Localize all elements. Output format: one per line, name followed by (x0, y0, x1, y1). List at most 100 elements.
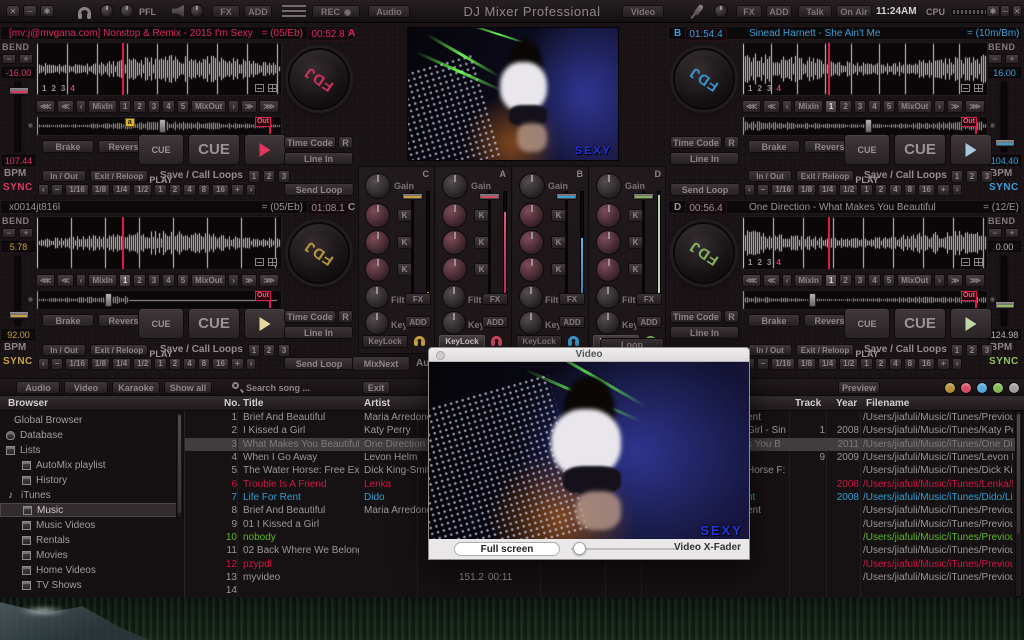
deck-b-timecode-button[interactable]: Time Code (670, 136, 722, 149)
deck-c-loop-size-1/16[interactable]: 1/16 (65, 358, 89, 370)
deck-b-overview-waveform[interactable]: Out (742, 116, 988, 136)
deck-c-nav-5[interactable]: 5 (177, 274, 189, 287)
deck-c-nav-⋘[interactable]: ⋘ (36, 274, 55, 287)
deck-a-line-in-button[interactable]: Line In (284, 152, 353, 165)
deck-b-loop-size-−[interactable]: − (757, 184, 770, 196)
deck-a-nav-≫[interactable]: ≫ (241, 100, 257, 113)
column-title[interactable]: Title (243, 397, 263, 410)
deck-d-overview-waveform[interactable]: Out (742, 290, 988, 310)
eq-mid-knob[interactable] (519, 230, 544, 255)
deck-a-beat-marker-3[interactable]: 3 (61, 83, 65, 94)
deck-b-loop-size-1/4[interactable]: 1/4 (818, 184, 837, 196)
deck-a-out-marker[interactable]: Out (269, 117, 271, 135)
deck-a-loop-size-1/2[interactable]: 1/2 (133, 184, 152, 196)
deck-d-line-in-button[interactable]: Line In (670, 326, 739, 339)
deck-a-loop-size-1[interactable]: 1 (154, 184, 166, 196)
table-row[interactable]: 14 (185, 584, 1016, 597)
deck-b-loop-size-1/8[interactable]: 1/8 (797, 184, 816, 196)
gain-knob[interactable] (365, 173, 391, 199)
gain-knob[interactable] (596, 173, 622, 199)
channel-fx-button[interactable]: FX (482, 293, 508, 305)
deck-a-beat-marker-1[interactable]: 1 (42, 83, 46, 94)
filter-knob[interactable] (442, 285, 466, 309)
deck-a-cue-button[interactable]: CUE (188, 134, 240, 165)
settings-gear-icon[interactable]: ✱ (986, 5, 1000, 17)
video-window[interactable]: Video SEXY Full screen Video X-Fader (428, 347, 750, 560)
deck-d-nav-1[interactable]: 1 (825, 274, 837, 287)
volume-fader-handle[interactable] (479, 193, 500, 200)
deck-b-nav-4[interactable]: 4 (868, 100, 880, 113)
bend-minus-button[interactable]: − (988, 54, 1002, 64)
deck-a-beat-marker-4[interactable]: 4 (70, 83, 74, 94)
bend-plus-button[interactable]: + (19, 54, 33, 64)
sidebar-item-music-selected[interactable]: Music (0, 503, 178, 517)
pitch-slider-handle[interactable] (995, 301, 1015, 309)
filter-knob[interactable] (596, 285, 620, 309)
deck-c-loop-size-2[interactable]: 2 (169, 358, 181, 370)
column-no[interactable]: No. (224, 397, 240, 410)
deck-c-main-waveform[interactable] (36, 216, 282, 270)
xfader-handle[interactable] (573, 542, 586, 555)
zoom-in-icon[interactable] (974, 258, 983, 266)
minimize-icon[interactable]: ─ (23, 5, 37, 17)
deck-a-jog-wheel[interactable]: FDJ (288, 48, 350, 110)
deck-b-nav-2[interactable]: 2 (839, 100, 851, 113)
deck-a-loop-in-out-button[interactable]: In / Out (42, 170, 86, 182)
scrollbar-thumb[interactable] (178, 415, 181, 513)
deck-c-nav-4[interactable]: 4 (162, 274, 174, 287)
deck-d-nav-4[interactable]: 4 (868, 274, 880, 287)
deck-a-nav-2[interactable]: 2 (133, 100, 145, 113)
deck-b-nav-1[interactable]: 1 (825, 100, 837, 113)
kill-mid-button[interactable]: K (474, 236, 489, 249)
preview-button[interactable]: Preview (838, 381, 880, 394)
key-knob[interactable] (365, 311, 389, 335)
deck-d-nav-MixOut[interactable]: MixOut (897, 274, 932, 287)
deck-c-loop-in-out-button[interactable]: In / Out (42, 344, 86, 356)
gain-knob[interactable] (519, 173, 545, 199)
deck-d-timecode-button[interactable]: Time Code (670, 310, 722, 323)
deck-c-position-handle[interactable] (105, 293, 112, 307)
deck-c-nav-3[interactable]: 3 (148, 274, 160, 287)
deck-c-color-dot[interactable] (944, 382, 956, 394)
zoom-out-icon[interactable] (255, 258, 264, 266)
deck-d-beat-marker-2[interactable]: 2 (757, 257, 761, 268)
zoom-out-icon[interactable] (961, 84, 970, 92)
bend-minus-button[interactable]: − (2, 228, 16, 238)
master-volume-knob[interactable] (190, 4, 204, 18)
bend-plus-button[interactable]: + (19, 228, 33, 238)
deck-b-brake-button[interactable]: Brake (748, 140, 800, 153)
kill-high-button[interactable]: K (474, 209, 489, 222)
deck-b-nav-⋘[interactable]: ⋘ (742, 100, 761, 113)
deck-c-loop-slot-2[interactable]: 2 (263, 344, 275, 357)
deck-c-loop-slot-3[interactable]: 3 (278, 344, 290, 357)
eq-low-knob[interactable] (596, 257, 621, 282)
scrollbar-thumb[interactable] (1017, 414, 1020, 534)
deck-d-beat-marker-3[interactable]: 3 (767, 257, 771, 268)
deck-d-pitch-slider[interactable] (1001, 256, 1007, 326)
deck-b-loop-size-16[interactable]: 16 (918, 184, 935, 196)
deck-a-nav-⋘[interactable]: ⋘ (36, 100, 55, 113)
table-scrollbar[interactable] (1015, 411, 1022, 597)
deck-b-pitch-slider[interactable] (1001, 82, 1007, 152)
deck-d-nav-›[interactable]: › (934, 274, 945, 287)
table-row[interactable]: 13myvideo151.200:11/Users/jiafuli/Music/… (185, 571, 1016, 584)
deck-b-line-in-button[interactable]: Line In (670, 152, 739, 165)
sidebar-scrollbar[interactable] (176, 412, 183, 518)
deck-a-cue-play-button[interactable]: CUE PLAY (138, 134, 184, 165)
channel-add-button[interactable]: ADD (636, 316, 662, 328)
deck-d-nav-5[interactable]: 5 (883, 274, 895, 287)
key-knob[interactable] (519, 311, 543, 335)
deck-b-play-button[interactable] (950, 134, 992, 165)
deck-a-loop-slot-2[interactable]: 2 (263, 170, 275, 183)
deck-d-nav-3[interactable]: 3 (854, 274, 866, 287)
deck-a-r-button[interactable]: R (338, 136, 353, 149)
deck-b-loop-slot-2[interactable]: 2 (966, 170, 978, 183)
fullscreen-button[interactable]: Full screen (454, 542, 560, 556)
deck-a-loop-size-1/8[interactable]: 1/8 (91, 184, 110, 196)
deck-a-nav-MixOut[interactable]: MixOut (191, 100, 226, 113)
deck-d-sync-button[interactable]: SYNC (989, 356, 1019, 367)
deck-d-nav-‹[interactable]: ‹ (782, 274, 793, 287)
eq-mid-knob[interactable] (442, 230, 467, 255)
exit-button[interactable]: Exit (362, 381, 390, 394)
deck-c-line-in-button[interactable]: Line In (284, 326, 353, 339)
